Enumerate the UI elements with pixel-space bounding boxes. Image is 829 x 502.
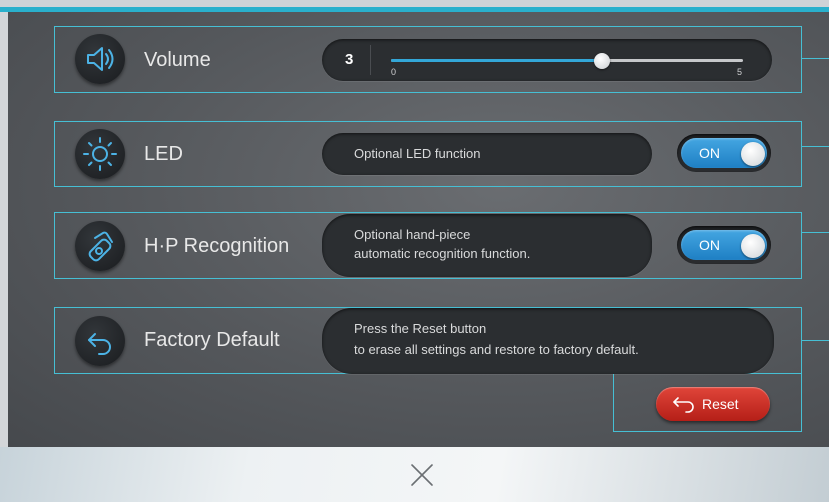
hp-description-line2: automatic recognition function. [354,246,531,261]
speaker-icon [87,47,114,71]
hp-description-line1: Optional hand-piece [354,227,471,242]
volume-slider-fill [391,59,603,62]
volume-divider [370,45,371,75]
factory-icon-button [75,316,125,366]
led-icon-button [75,129,125,179]
hp-label: H·P Recognition [144,235,290,257]
led-toggle-label: ON [699,145,720,161]
reset-frame-left [613,373,614,431]
volume-label: Volume [144,49,211,71]
led-description: Optional LED function [354,146,481,161]
led-toggle[interactable]: ON [677,134,771,172]
volume-slider-pill: 3 0 5 [322,39,772,81]
sun-icon [83,137,117,171]
volume-icon-button [75,34,125,84]
reset-frame-right [801,307,802,432]
led-toggle-knob [741,142,765,166]
return-arrow-icon [88,333,111,355]
led-toggle-track: ON [681,138,767,168]
volume-max-label: 5 [737,67,743,77]
led-description-pill: Optional LED function [322,133,652,175]
factory-description-line1: Press the Reset button [354,321,487,336]
factory-leader-line [802,340,829,341]
hp-toggle[interactable]: ON [677,226,771,264]
handpiece-icon [88,231,113,262]
reset-button[interactable]: Reset [656,387,770,421]
hp-toggle-track: ON [681,230,767,260]
led-label: LED [144,143,183,165]
volume-leader-line [802,58,829,59]
hp-leader-line [802,232,829,233]
return-arrow-icon [673,397,694,413]
volume-value: 3 [345,51,354,68]
led-leader-line [802,146,829,147]
hp-toggle-knob [741,234,765,258]
factory-description-pill: Press the Reset button to erase all sett… [322,308,774,374]
reset-frame-bottom [613,431,802,432]
reset-button-label: Reset [702,396,739,412]
volume-slider-thumb[interactable] [594,53,611,69]
factory-description-line2: to erase all settings and restore to fac… [354,342,639,357]
hp-toggle-label: ON [699,237,720,253]
close-icon[interactable] [409,462,435,488]
factory-label: Factory Default [144,329,280,351]
top-bar [0,0,829,12]
volume-min-label: 0 [391,67,397,77]
hp-icon-button [75,221,125,271]
hp-description-pill: Optional hand-piece automatic recognitio… [322,214,652,277]
